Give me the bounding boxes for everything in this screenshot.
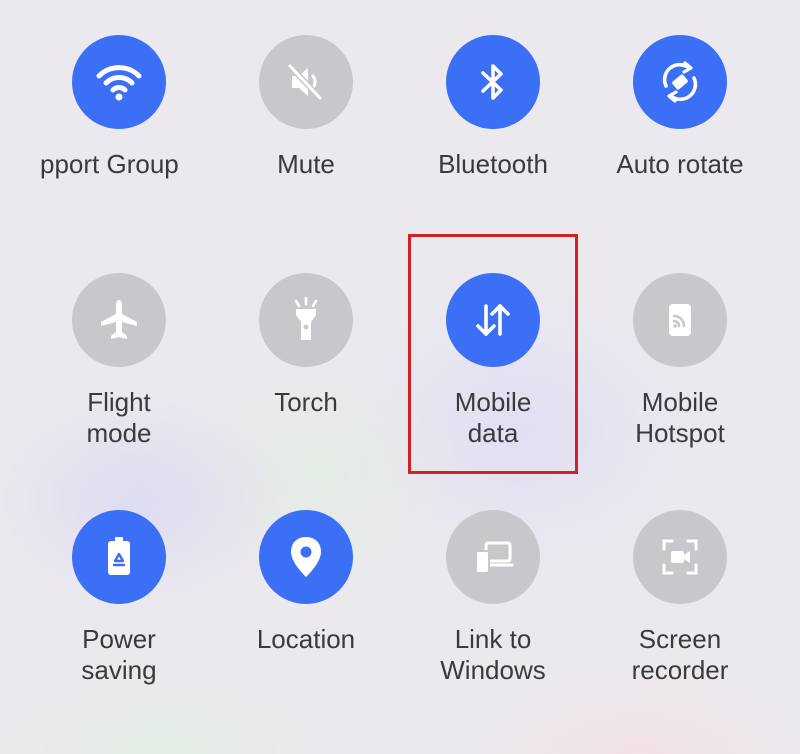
- hotspot-icon: [669, 304, 691, 336]
- location-toggle[interactable]: [259, 510, 353, 604]
- bluetooth-icon: [481, 64, 503, 100]
- tile-label: Power saving: [81, 624, 157, 685]
- power-saving-toggle[interactable]: [72, 510, 166, 604]
- link-to-windows-toggle[interactable]: [446, 510, 540, 604]
- tile-label: Link to Windows: [440, 624, 546, 685]
- torch-toggle[interactable]: [259, 273, 353, 367]
- mute-toggle[interactable]: [259, 35, 353, 129]
- tile-label: Mobile Hotspot: [635, 387, 725, 448]
- tile-auto-rotate[interactable]: Auto rotate: [587, 35, 773, 180]
- tile-mobile-hotspot[interactable]: Mobile Hotspot: [587, 273, 773, 449]
- tile-flight-mode[interactable]: Flight mode: [26, 273, 212, 449]
- tile-bluetooth[interactable]: Bluetooth: [400, 35, 586, 180]
- tile-link-to-windows[interactable]: Link to Windows: [400, 510, 586, 686]
- tile-location[interactable]: Location: [213, 510, 399, 655]
- tile-label: pport Group: [40, 149, 179, 179]
- highlight-box: [408, 234, 578, 474]
- tile-label: Torch: [274, 387, 338, 417]
- tile-label: Screen recorder: [631, 624, 729, 685]
- mobile-hotspot-toggle[interactable]: [633, 273, 727, 367]
- auto-rotate-icon: [662, 61, 698, 103]
- location-icon: [291, 537, 321, 577]
- torch-icon: [294, 296, 318, 340]
- tile-label: Location: [256, 624, 356, 654]
- wifi-icon: [96, 65, 142, 101]
- tile-label: Bluetooth: [438, 149, 548, 179]
- tile-label: Mute: [277, 149, 335, 179]
- tile-torch[interactable]: Torch: [213, 273, 399, 418]
- link-to-windows-icon: [475, 541, 514, 574]
- tile-label: Auto rotate: [616, 149, 744, 179]
- wifi-toggle[interactable]: [72, 35, 166, 129]
- power-saving-icon: [108, 537, 130, 575]
- screen-recorder-toggle[interactable]: [633, 510, 727, 604]
- bluetooth-toggle[interactable]: [446, 35, 540, 129]
- tile-power-saving[interactable]: Power saving: [26, 510, 212, 686]
- tile-mute[interactable]: Mute: [213, 35, 399, 180]
- screen-recorder-icon: [662, 539, 698, 575]
- mute-icon: [287, 63, 323, 101]
- flight-mode-toggle[interactable]: [72, 273, 166, 367]
- tile-screen-recorder[interactable]: Screen recorder: [587, 510, 773, 686]
- auto-rotate-toggle[interactable]: [633, 35, 727, 129]
- airplane-icon: [101, 300, 137, 339]
- tile-label: Flight mode: [86, 387, 152, 448]
- tile-wifi[interactable]: pport Group: [26, 35, 212, 180]
